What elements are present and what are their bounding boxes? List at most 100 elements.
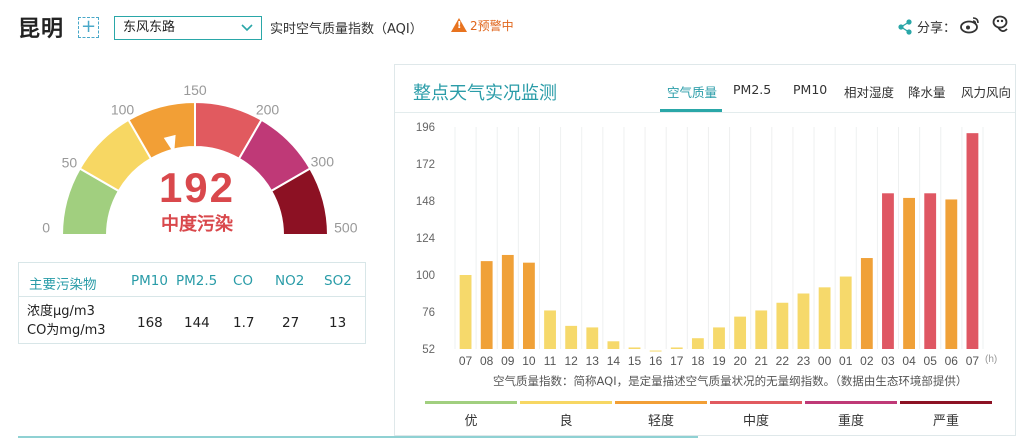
panel-divider	[395, 112, 1015, 113]
gauge-scale-label: 0	[42, 220, 50, 236]
chart-bar	[839, 276, 852, 349]
legend-item-good: 良	[520, 401, 612, 429]
x-tick-label: 16	[649, 354, 663, 368]
warning-link[interactable]: ! 2预警中	[451, 17, 514, 34]
x-tick-label: 18	[691, 354, 705, 368]
legend-label-light: 轻度	[647, 414, 674, 429]
chart-bar	[628, 347, 641, 349]
x-axis-unit: (h)	[985, 354, 997, 365]
tab-pm25[interactable]: PM2.5	[733, 82, 771, 97]
pollutant-name-no2: NO2	[275, 273, 305, 289]
legend-item-heavy: 重度	[805, 401, 897, 429]
legend-bar-excellent	[425, 401, 517, 404]
tab-pm10[interactable]: PM10	[793, 82, 827, 97]
legend-label-heavy: 重度	[837, 414, 864, 429]
chart-bar	[713, 327, 725, 349]
wechat-icon[interactable]	[992, 15, 1010, 35]
tab-wind[interactable]: 风力风向	[961, 82, 1011, 101]
legend-bar-severe	[900, 401, 992, 404]
legend-item-severe: 严重	[900, 401, 992, 429]
gauge-scale-label: 50	[62, 155, 78, 171]
warning-count: 2预警中	[470, 19, 514, 33]
chart-bar	[459, 275, 472, 349]
station-select[interactable]: 东风东路	[114, 16, 262, 40]
x-tick-label: 04	[902, 354, 916, 368]
chart-bar	[607, 341, 620, 349]
x-tick-label: 07	[459, 354, 473, 368]
tab-precipitation[interactable]: 降水量	[908, 82, 946, 101]
chart-bar	[818, 287, 831, 349]
legend-label-excellent: 优	[464, 414, 478, 429]
chart-bar	[649, 350, 662, 352]
city-name: 昆明	[18, 17, 65, 42]
aqi-gauge: 0 50 100 150 200 300 500 192 中度污染	[30, 78, 360, 248]
unit-line-2: CO为mg/m3	[27, 323, 106, 338]
y-tick-label: 172	[416, 159, 435, 171]
warning-icon: !	[451, 18, 467, 32]
tab-humidity[interactable]: 相对湿度	[844, 82, 894, 101]
x-tick-label: 15	[628, 354, 642, 368]
chart-bar	[586, 327, 599, 349]
legend-bar-good	[520, 401, 612, 404]
gauge-scale-label: 500	[334, 219, 358, 235]
chart-bar	[966, 133, 979, 349]
pollutant-value-no2: 27	[282, 315, 300, 331]
legend-label-good: 良	[559, 414, 573, 429]
legend-item-light: 轻度	[615, 401, 707, 429]
x-tick-label: 23	[797, 354, 811, 368]
y-tick-label: 148	[416, 196, 435, 208]
aqi-bar-chart: 52 76 100 124 148 172 196 07 08 09 10 11 12 13 14 15 16 1…	[416, 122, 997, 388]
section-divider	[18, 436, 698, 438]
legend-item-moderate: 中度	[710, 401, 802, 429]
chevron-down-icon	[241, 17, 253, 46]
y-tick-label: 76	[422, 307, 435, 319]
page-header: 昆明 + 东风东路 实时空气质量指数（AQI） ! 2预警中 分享：	[0, 0, 1026, 58]
weibo-icon[interactable]	[960, 16, 980, 34]
pollutant-name-pm10: PM10	[131, 273, 168, 289]
x-tick-label: 17	[670, 354, 684, 368]
chart-bar	[691, 338, 704, 349]
chart-bar	[501, 254, 514, 349]
x-tick-label: 21	[755, 354, 769, 368]
chart-bar	[924, 193, 937, 349]
aqi-title: 实时空气质量指数（AQI）	[270, 22, 423, 37]
x-tick-label: 07	[966, 354, 980, 368]
unit-line-1: 浓度μg/m3	[27, 304, 95, 319]
tab-air-quality[interactable]: 空气质量	[667, 82, 717, 101]
add-city-button[interactable]: +	[78, 17, 99, 38]
x-tick-label: 08	[480, 354, 494, 368]
aqi-description-note: 空气质量指数：简称AQI，是定量描述空气质量状况的无量纲指数。（数据由生态环境部…	[493, 374, 967, 388]
x-tick-label: 06	[945, 354, 959, 368]
chart-bar	[797, 293, 810, 349]
pollutant-value-so2: 13	[329, 315, 347, 331]
pollutant-value-co: 1.7	[233, 315, 255, 331]
chart-bar	[523, 262, 535, 349]
station-select-value: 东风东路	[123, 20, 176, 35]
pollutant-value-pm25: 144	[184, 315, 210, 331]
aqi-legend: 优 良 轻度 中度 重度 严重	[425, 401, 995, 429]
share-icon[interactable]	[897, 19, 913, 35]
x-tick-label: 22	[776, 354, 790, 368]
gauge-scale-label: 150	[183, 82, 207, 98]
aqi-level: 中度污染	[161, 214, 233, 235]
pollutant-header-label: 主要污染物	[29, 277, 97, 293]
x-tick-label: 03	[881, 354, 895, 368]
share-label: 分享：	[916, 21, 956, 36]
y-tick-label: 196	[416, 122, 435, 134]
pollutant-table: 主要污染物 PM10 PM2.5 CO NO2 SO2 浓度μg/m3 CO为m…	[18, 262, 366, 344]
y-tick-label: 100	[416, 270, 435, 282]
chart-bar	[860, 258, 873, 349]
chart-bar	[544, 310, 556, 349]
legend-bar-heavy	[805, 401, 897, 404]
chart-bar	[670, 347, 683, 349]
x-tick-label: 19	[712, 354, 726, 368]
legend-label-severe: 严重	[932, 414, 959, 429]
legend-item-excellent: 优	[425, 401, 517, 429]
gauge-scale-label: 200	[256, 101, 280, 117]
x-tick-label: 13	[586, 354, 600, 368]
chart-bar	[480, 261, 493, 349]
pollutant-value-pm10: 168	[137, 315, 163, 331]
x-tick-label: 10	[522, 354, 536, 368]
pollutant-name-pm25: PM2.5	[176, 273, 218, 289]
y-tick-label: 52	[422, 344, 435, 356]
